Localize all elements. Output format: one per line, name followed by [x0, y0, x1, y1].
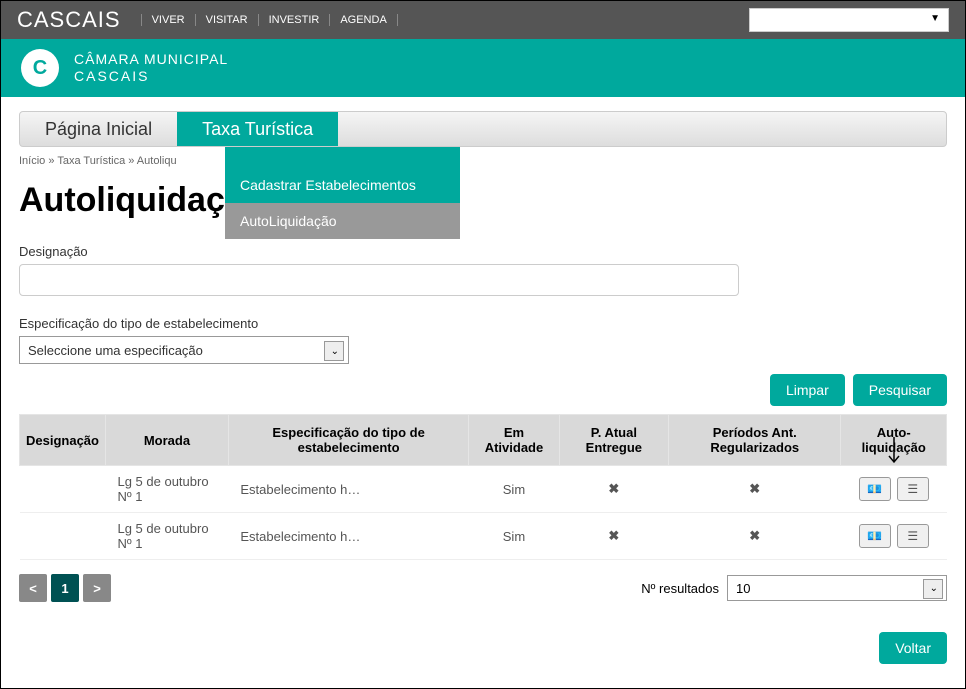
th-designacao: Designação — [20, 415, 106, 466]
menu-autoliquidacao[interactable]: AutoLiquidação — [225, 203, 460, 239]
topnav-visitar[interactable]: VISITAR — [196, 14, 259, 26]
th-morada: Morada — [105, 415, 228, 466]
pagination-next[interactable]: > — [83, 574, 111, 602]
th-atividade: Em Atividade — [469, 415, 559, 466]
designacao-label: Designação — [19, 244, 947, 259]
th-entregue: P. Atual Entregue — [559, 415, 668, 466]
topnav-viver[interactable]: VIVER — [141, 14, 196, 26]
spec-label: Especificação do tipo de estabelecimento — [19, 316, 947, 331]
tab-dropdown-menu: Cadastrar Estabelecimentos AutoLiquidaçã… — [225, 147, 460, 239]
results-label: Nº resultados — [641, 581, 719, 596]
limpar-button[interactable]: Limpar — [770, 374, 845, 406]
topnav-investir[interactable]: INVESTIR — [259, 14, 331, 26]
results-per-page-select[interactable]: 10 ⌄ — [727, 575, 947, 601]
cell-regular: ✖ — [669, 513, 841, 560]
list-icon-button[interactable]: ☰ — [897, 477, 929, 501]
municipality-logo-icon: C — [21, 49, 59, 87]
cell-morada: Lg 5 de outubro Nº 1 — [105, 513, 228, 560]
menu-cadastrar-estabelecimentos[interactable]: Cadastrar Estabelecimentos — [225, 167, 460, 203]
cell-spec: Estabelecimento h… — [228, 466, 468, 513]
tab-taxa-turistica[interactable]: Taxa Turística — [177, 112, 338, 146]
cell-designacao — [20, 466, 106, 513]
cell-atividade: Sim — [469, 513, 559, 560]
topnav-agenda[interactable]: AGENDA — [330, 14, 397, 26]
th-spec: Especificação do tipo de estabelecimento — [228, 415, 468, 466]
spec-select[interactable]: Seleccione uma especificação ⌄ — [19, 336, 349, 364]
th-autoliq: Auto-liquidação — [841, 415, 947, 466]
table-row: Lg 5 de outubro Nº 1 Estabelecimento h… … — [20, 513, 947, 560]
pagination-page-1[interactable]: 1 — [51, 574, 79, 602]
header-title-line1: CÂMARA MUNICIPAL — [74, 51, 228, 68]
chevron-down-icon: ⌄ — [930, 583, 938, 594]
list-icon: ☰ — [907, 482, 918, 496]
cell-atividade: Sim — [469, 466, 559, 513]
money-icon-button[interactable]: 💶 — [859, 524, 891, 548]
cell-spec: Estabelecimento h… — [228, 513, 468, 560]
arrow-down-icon — [886, 437, 902, 467]
tab-pagina-inicial[interactable]: Página Inicial — [20, 112, 177, 146]
page-title: Autoliquidaç — [19, 181, 947, 220]
money-icon-button[interactable]: 💶 — [859, 477, 891, 501]
cell-designacao — [20, 513, 106, 560]
results-table: Designação Morada Especificação do tipo … — [19, 414, 947, 560]
user-dropdown[interactable] — [749, 8, 949, 32]
cell-entregue: ✖ — [559, 513, 668, 560]
money-icon: 💶 — [867, 529, 882, 543]
pagination-prev[interactable]: < — [19, 574, 47, 602]
cell-morada: Lg 5 de outubro Nº 1 — [105, 466, 228, 513]
cell-entregue: ✖ — [559, 466, 668, 513]
designacao-input[interactable] — [19, 264, 739, 296]
voltar-button[interactable]: Voltar — [879, 632, 947, 664]
list-icon-button[interactable]: ☰ — [897, 524, 929, 548]
chevron-down-icon: ⌄ — [331, 346, 339, 357]
th-regular: Períodos Ant. Regularizados — [669, 415, 841, 466]
cell-regular: ✖ — [669, 466, 841, 513]
spec-select-value: Seleccione uma especificação — [28, 343, 203, 358]
money-icon: 💶 — [867, 482, 882, 496]
results-value: 10 — [736, 581, 750, 596]
header-title-line2: CASCAIS — [74, 68, 228, 85]
site-logo[interactable]: CASCAIS — [17, 7, 121, 33]
breadcrumb: Início » Taxa Turística » Autoliqu — [19, 155, 947, 167]
table-row: Lg 5 de outubro Nº 1 Estabelecimento h… … — [20, 466, 947, 513]
pesquisar-button[interactable]: Pesquisar — [853, 374, 947, 406]
list-icon: ☰ — [907, 529, 918, 543]
